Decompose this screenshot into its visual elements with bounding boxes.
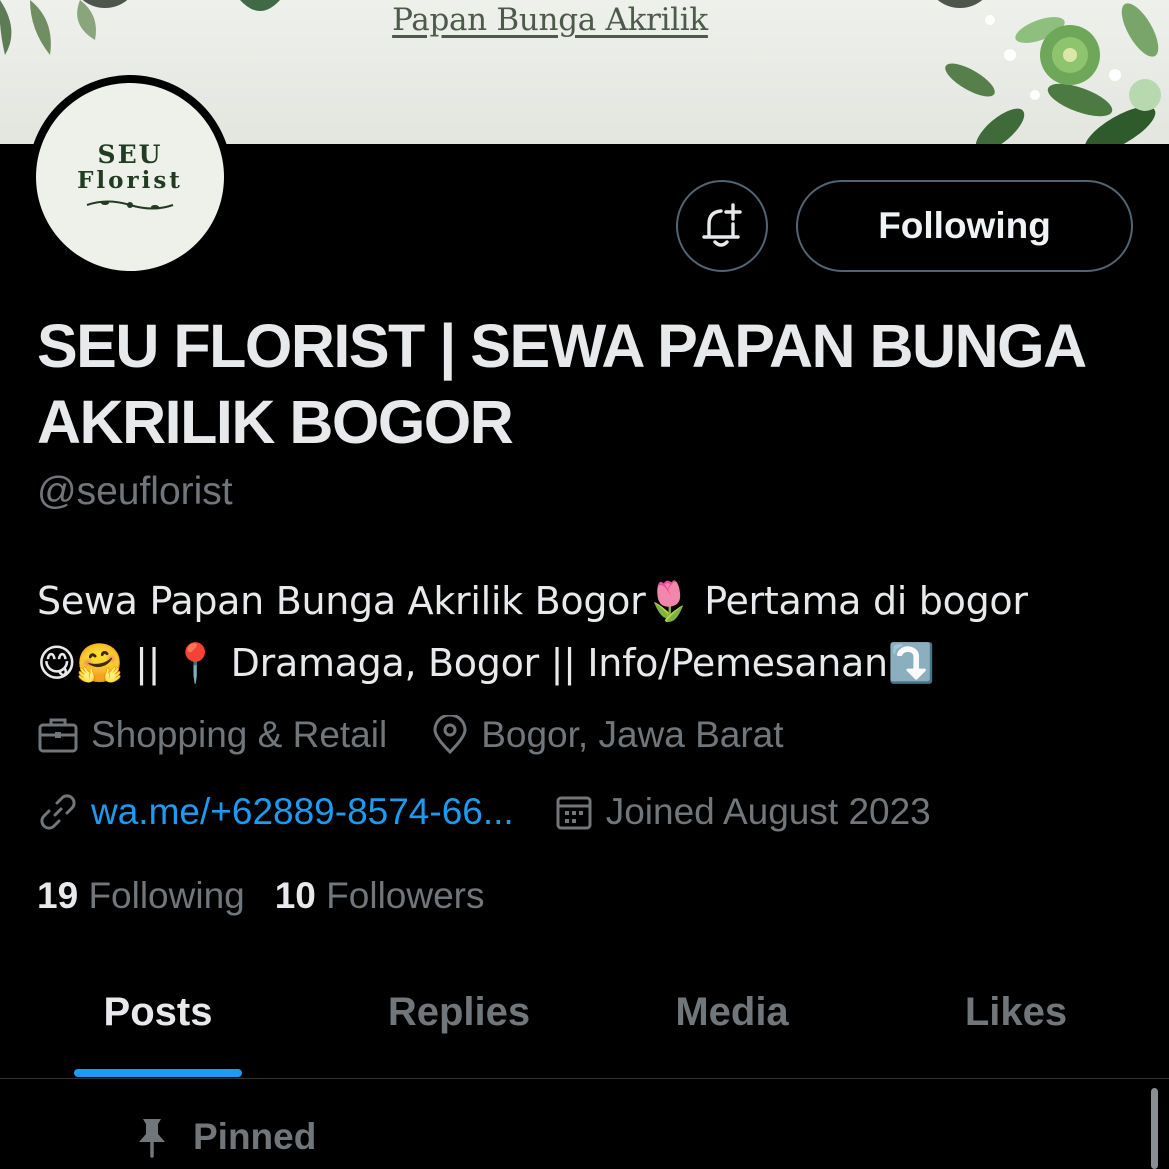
location-label: Bogor, Jawa Barat xyxy=(481,714,784,755)
joined-date: Joined August 2023 xyxy=(605,791,931,832)
bio: Sewa Papan Bunga Akrilik Bogor🌷 Pertama … xyxy=(37,570,1137,694)
banner-title: Papan Bunga Akrilik xyxy=(392,2,708,38)
pinned-label: Pinned xyxy=(193,1116,317,1157)
bio-line-2: 😋🤗 || 📍 Dramaga, Bogor || Info/Pemesanan… xyxy=(37,641,935,685)
user-handle: @seuflorist xyxy=(37,470,233,513)
following-stat[interactable]: 19 Following xyxy=(37,875,245,917)
tab-media[interactable]: Media xyxy=(675,990,788,1035)
profile-meta-row-1: Shopping & Retail Bogor, Jawa Barat xyxy=(37,714,784,756)
avatar-logo: SEU Florist xyxy=(36,83,224,271)
floral-decoration-right-icon xyxy=(945,3,1161,144)
website-link[interactable]: wa.me/+62889-8574-66... xyxy=(91,791,514,833)
active-tab-indicator xyxy=(74,1069,242,1077)
tab-likes[interactable]: Likes xyxy=(965,990,1067,1035)
tabs-divider xyxy=(0,1078,1169,1079)
tab-replies[interactable]: Replies xyxy=(388,990,530,1035)
display-name: SEU FLORIST | SEWA PAPAN BUNGA AKRILIK B… xyxy=(37,312,1085,456)
website-item[interactable]: wa.me/+62889-8574-66... xyxy=(37,791,514,833)
location-item: Bogor, Jawa Barat xyxy=(431,714,784,756)
follow-stats: 19 Following 10 Followers xyxy=(37,875,485,917)
location-pin-icon xyxy=(433,715,467,755)
followers-label: Followers xyxy=(326,875,485,916)
bio-line-1: Sewa Papan Bunga Akrilik Bogor🌷 Pertama … xyxy=(37,579,1028,623)
notifications-button[interactable] xyxy=(676,180,768,272)
link-icon xyxy=(40,794,76,830)
tab-posts[interactable]: Posts xyxy=(104,990,213,1035)
category-item: Shopping & Retail xyxy=(37,714,387,756)
followers-stat[interactable]: 10 Followers xyxy=(275,875,485,917)
following-button[interactable]: Following xyxy=(796,180,1133,272)
pin-icon xyxy=(139,1119,165,1158)
avatar[interactable]: SEU Florist xyxy=(28,75,232,279)
bell-plus-icon xyxy=(702,203,742,247)
avatar-logo-line1: SEU xyxy=(97,140,163,169)
profile-meta-row-2: wa.me/+62889-8574-66... Joined August 20… xyxy=(37,791,931,833)
avatar-logo-line2: Florist xyxy=(77,167,183,194)
pinned-indicator: Pinned xyxy=(135,1116,316,1158)
following-count: 19 xyxy=(37,875,79,916)
briefcase-icon xyxy=(38,718,78,753)
followers-count: 10 xyxy=(274,875,316,916)
profile-tabs: Posts Replies Media Likes xyxy=(0,980,1169,1078)
following-label: Following xyxy=(88,875,245,916)
category-label: Shopping & Retail xyxy=(91,714,388,755)
calendar-icon xyxy=(556,796,592,830)
vine-ornament-icon xyxy=(86,200,174,210)
scrollbar[interactable] xyxy=(1151,1088,1158,1169)
joined-item: Joined August 2023 xyxy=(554,791,931,833)
